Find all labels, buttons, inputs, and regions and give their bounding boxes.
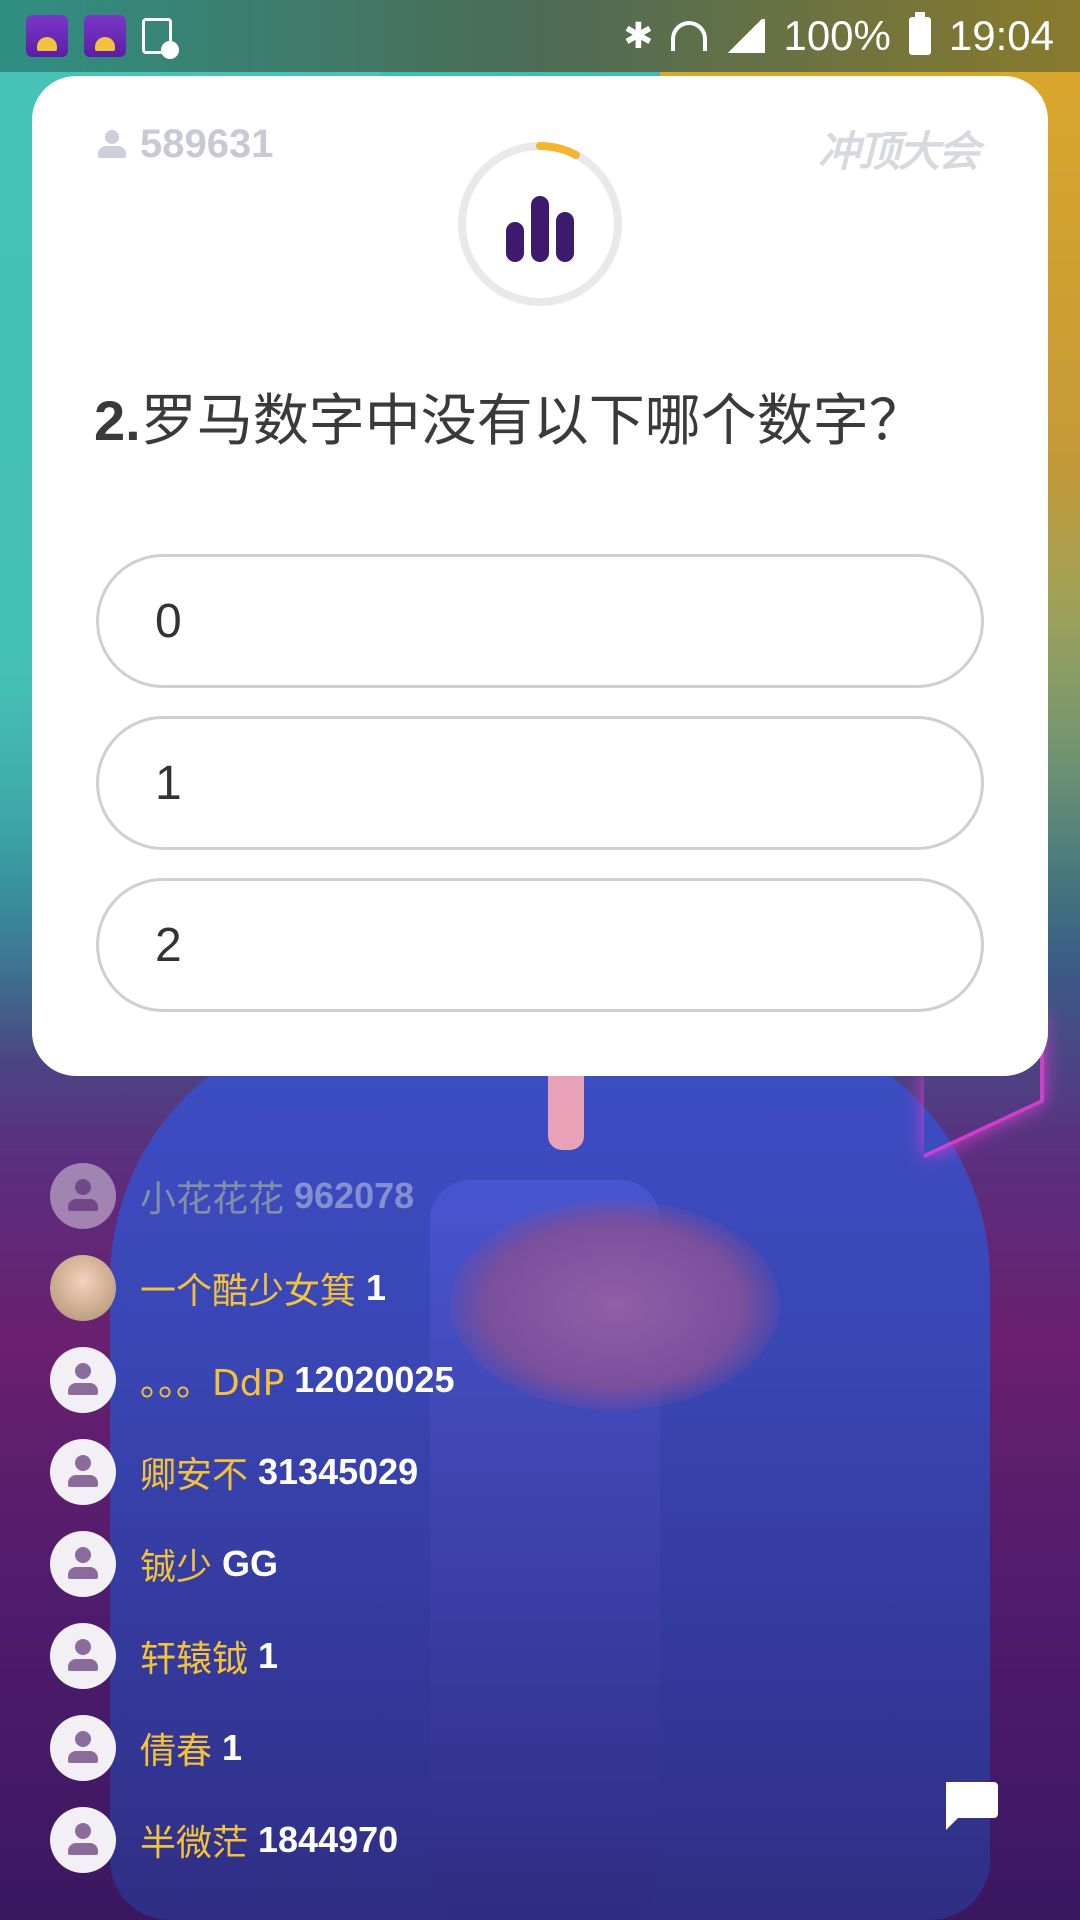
comment-item: 卿安不 31345029	[50, 1426, 850, 1518]
comment-message: 31345029	[258, 1451, 419, 1492]
app-logo: 冲顶大会	[817, 127, 980, 176]
answer-option-0[interactable]: 0	[96, 554, 984, 688]
status-bar-right: ✱ 100% 19:04	[623, 12, 1054, 60]
answer-option-label: 2	[155, 918, 182, 972]
avatar	[50, 1439, 116, 1505]
question-text: 罗马数字中没有以下哪个数字？	[140, 389, 925, 454]
status-bar: ✱ 100% 19:04	[0, 0, 1080, 72]
comment-message: 962078	[294, 1175, 415, 1216]
comment-message: 1	[222, 1727, 243, 1768]
comment-username: 小花花花	[140, 1179, 285, 1220]
countdown-timer	[458, 142, 622, 306]
comment-item: 铖少 GG	[50, 1518, 850, 1610]
question-number: 2.	[94, 389, 141, 452]
wifi-icon	[671, 21, 708, 51]
signal-icon	[725, 19, 766, 53]
avatar	[50, 1807, 116, 1873]
avatar	[50, 1163, 116, 1229]
battery-saver-icon	[142, 18, 179, 59]
clock: 19:04	[948, 12, 1054, 59]
answer-option-2[interactable]: 2	[96, 878, 984, 1012]
status-bar-left	[26, 15, 179, 59]
comment-item: 。。。DdP 12020025	[50, 1334, 850, 1426]
viewer-count: 589631	[98, 122, 273, 167]
bluetooth-icon: ✱	[623, 15, 654, 57]
avatar	[50, 1347, 116, 1413]
comment-message: GG	[222, 1543, 279, 1584]
comment-message: 1	[258, 1635, 279, 1676]
comment-item: 半微茫 1844970	[50, 1794, 850, 1886]
comment-message: 1	[366, 1267, 387, 1308]
chat-bubble-icon[interactable]	[940, 1778, 1000, 1834]
bar-chart-icon	[506, 196, 574, 262]
avatar	[50, 1715, 116, 1781]
battery-percent: 100%	[783, 12, 891, 59]
answer-option-label: 0	[155, 594, 182, 648]
app-icon	[26, 15, 68, 57]
comment-username: 轩辕钺	[140, 1639, 249, 1680]
comment-username: 半微茫	[140, 1823, 249, 1864]
avatar	[50, 1255, 116, 1321]
answer-option-label: 1	[155, 756, 182, 810]
question: 2.罗马数字中没有以下哪个数字？	[94, 376, 994, 457]
app-icon	[84, 15, 126, 57]
comment-feed: 小花花花 962078 一个酷少女箕 1 。。。DdP 12020025 卿安不…	[50, 1150, 850, 1886]
user-icon	[98, 129, 126, 160]
viewer-count-value: 589631	[140, 122, 274, 166]
comment-message: 1844970	[258, 1819, 399, 1860]
comment-item: 倩春 1	[50, 1702, 850, 1794]
quiz-card: 589631 冲顶大会 2.罗马数字中没有以下哪个数字？ 0 1 2	[32, 76, 1048, 1076]
comment-username: 铖少	[140, 1547, 213, 1588]
answer-option-1[interactable]: 1	[96, 716, 984, 850]
battery-icon	[908, 12, 931, 55]
comment-username: 卿安不	[140, 1455, 249, 1496]
avatar	[50, 1531, 116, 1597]
comment-item: 轩辕钺 1	[50, 1610, 850, 1702]
comment-username: 倩春	[140, 1731, 213, 1772]
comment-item: 一个酷少女箕 1	[50, 1242, 850, 1334]
avatar	[50, 1623, 116, 1689]
comment-message: 12020025	[294, 1359, 455, 1400]
comment-username: 。。。DdP	[140, 1363, 285, 1404]
comment-username: 一个酷少女箕	[140, 1271, 357, 1312]
comment-item: 小花花花 962078	[50, 1150, 850, 1242]
